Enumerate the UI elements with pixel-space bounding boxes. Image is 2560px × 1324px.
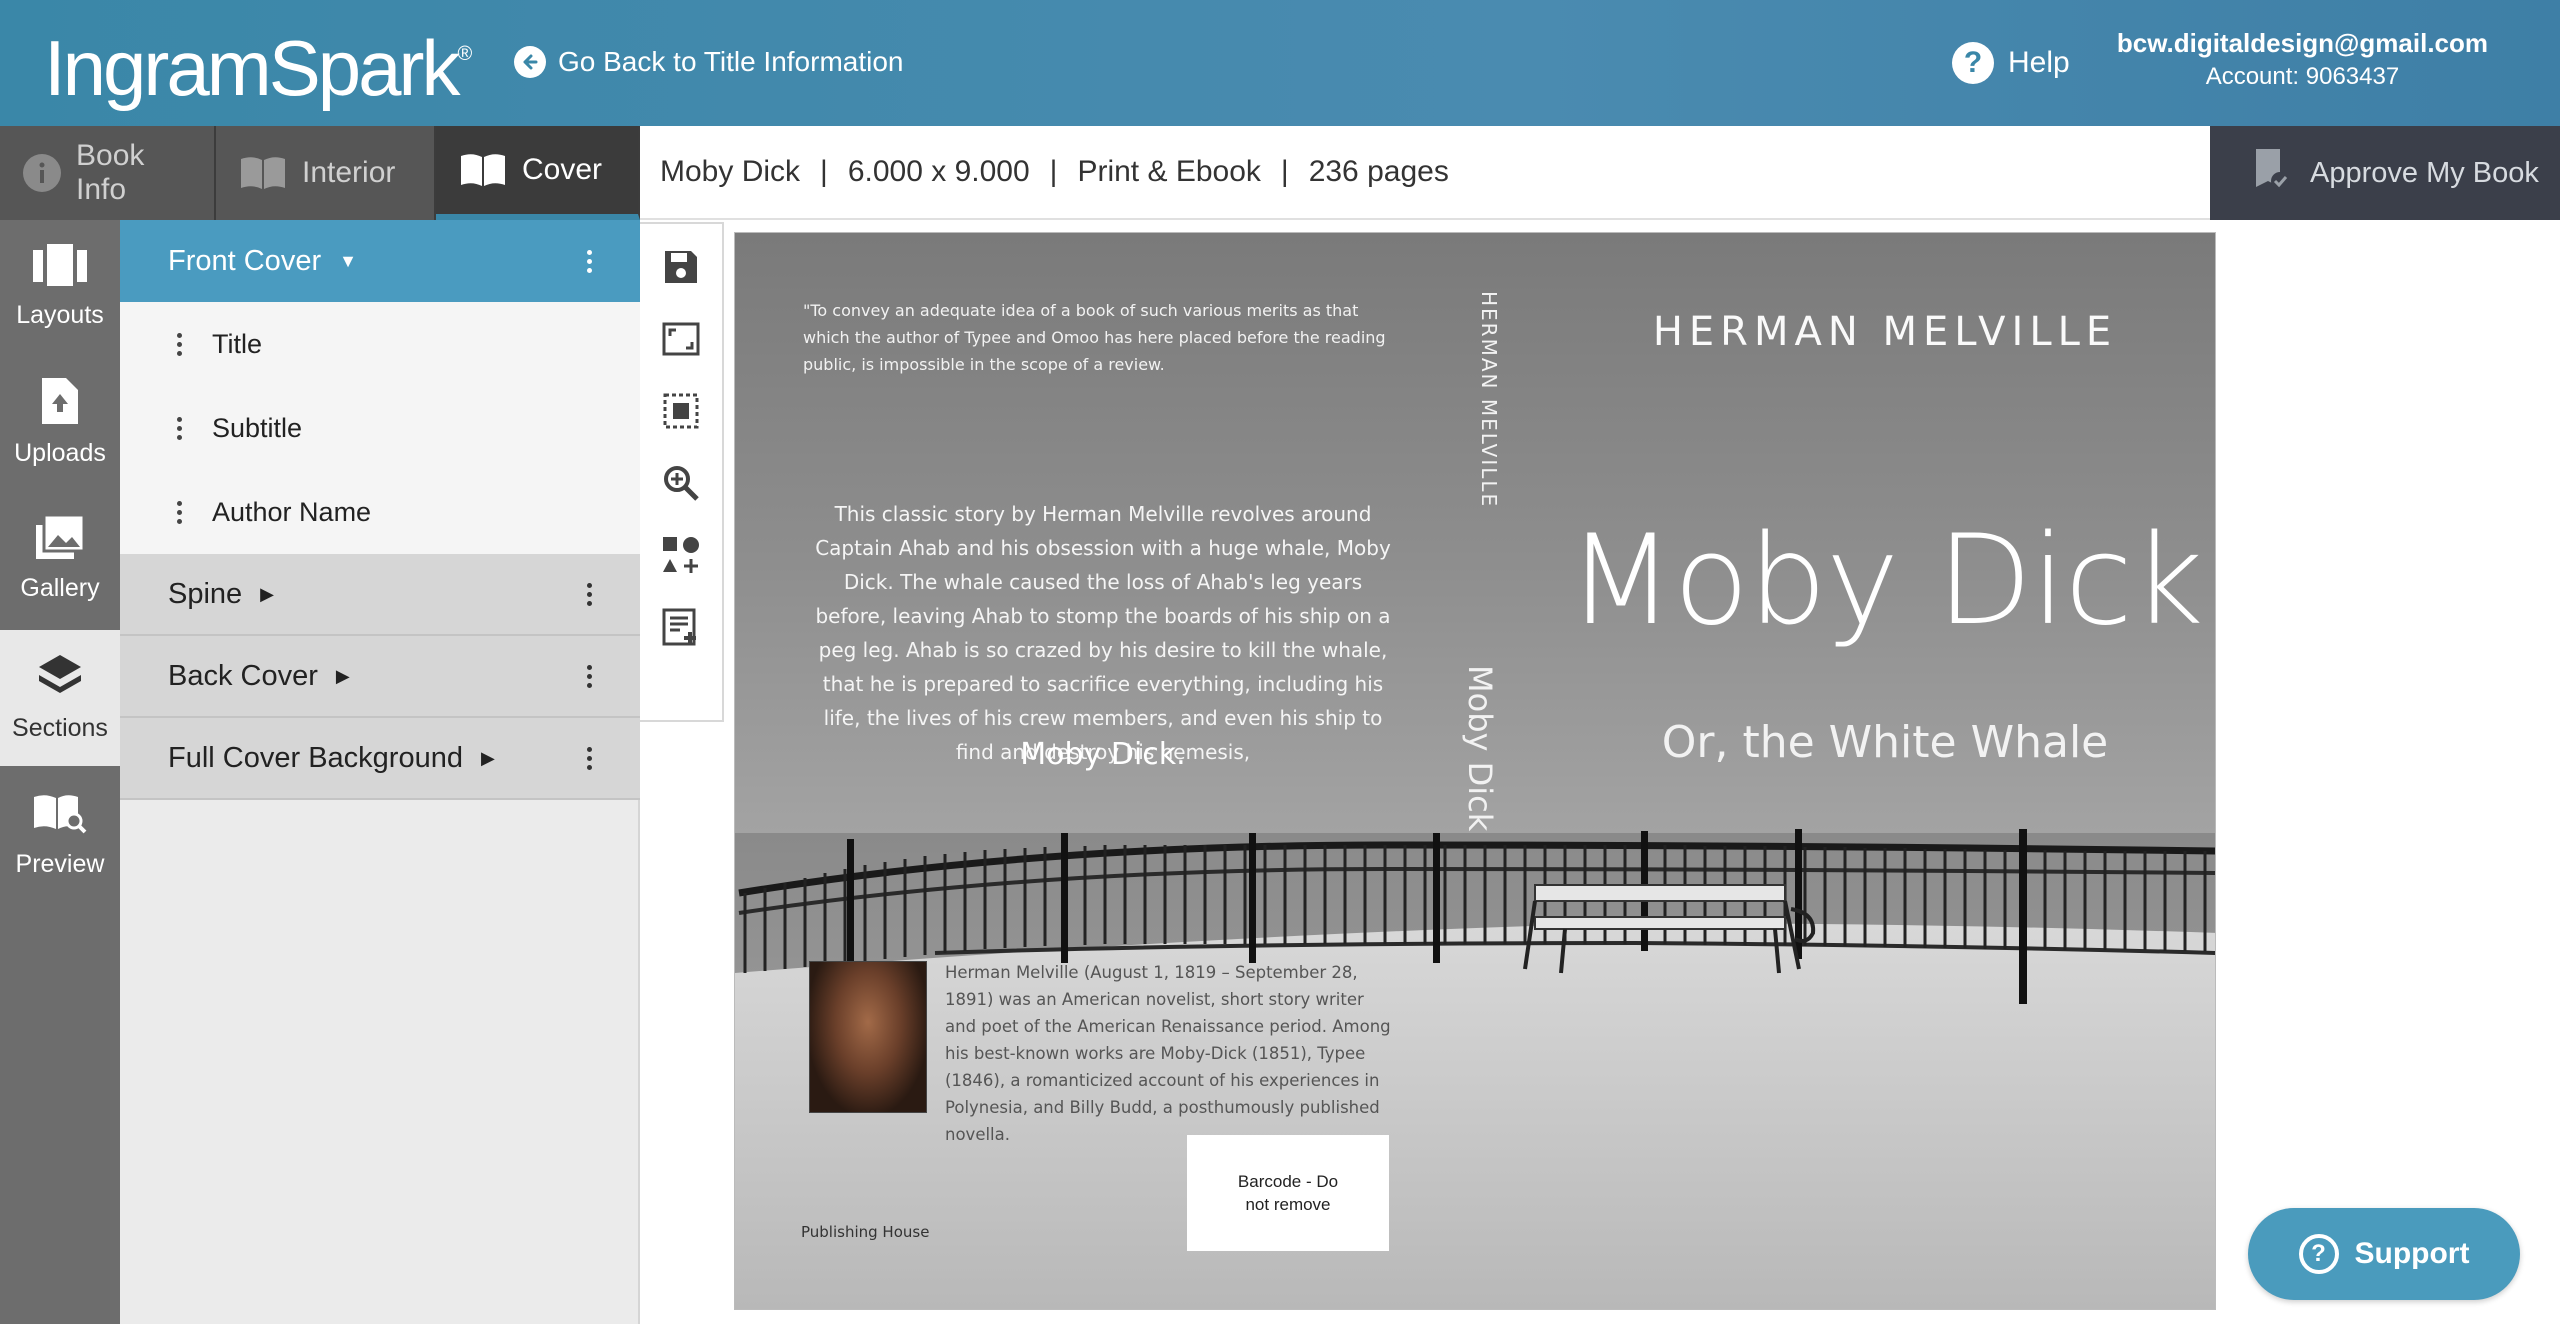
support-label: Support xyxy=(2354,1237,2470,1270)
book-cover-icon xyxy=(458,150,508,190)
rail-sections[interactable]: Sections xyxy=(0,630,120,766)
account-email: bcw.digitaldesign@gmail.com xyxy=(2116,28,2488,58)
top-header: IngramSpark® Go Back to Title Informatio… xyxy=(0,0,2560,126)
front-cover-subtitle[interactable]: Or, the White Whale xyxy=(1575,717,2195,768)
front-cover-title[interactable]: Moby Dick xyxy=(1515,509,2215,653)
upload-icon xyxy=(42,378,78,431)
section-back-cover[interactable]: Back Cover ▶ xyxy=(120,636,640,718)
layers-icon xyxy=(37,653,83,706)
help-label: Help xyxy=(2008,46,2070,79)
item-label: Subtitle xyxy=(212,412,303,443)
drag-handle-icon[interactable] xyxy=(176,332,182,356)
canvas-toolbar xyxy=(640,222,724,722)
more-options-icon[interactable] xyxy=(587,220,592,302)
caret-right-icon: ▶ xyxy=(480,747,495,768)
rail-layouts[interactable]: Layouts xyxy=(0,220,120,354)
zoom-in-icon[interactable] xyxy=(658,460,704,506)
separator: | xyxy=(1049,155,1058,188)
item-label: Title xyxy=(212,328,263,359)
rail-uploads[interactable]: Uploads xyxy=(0,356,120,490)
back-cover-blurb-title[interactable]: Moby Dick. xyxy=(811,737,1395,772)
back-link-label: Go Back to Title Information xyxy=(558,46,904,77)
section-spine[interactable]: Spine ▶ xyxy=(120,554,640,636)
more-options-icon[interactable] xyxy=(587,636,592,716)
save-icon[interactable] xyxy=(658,244,704,290)
front-cover-author[interactable]: HERMAN MELVILLE xyxy=(1575,309,2195,355)
tool-rail: Layouts Uploads Gallery Sections Preview xyxy=(0,220,120,1324)
account-info[interactable]: bcw.digitaldesign@gmail.com Account: 906… xyxy=(2117,26,2488,94)
section-label: Back Cover xyxy=(168,659,318,692)
approve-label: Approve My Book xyxy=(2310,156,2539,189)
section-label: Full Cover Background xyxy=(168,741,463,774)
support-button[interactable]: ? Support xyxy=(2248,1208,2520,1300)
rail-label: Gallery xyxy=(20,574,100,602)
barcode-placeholder: Barcode - Do not remove xyxy=(1187,1135,1389,1251)
trim-size: 6.000 x 9.000 xyxy=(847,155,1030,188)
tab-label: Interior xyxy=(302,156,396,189)
select-area-icon[interactable] xyxy=(658,388,704,434)
section-item-subtitle[interactable]: Subtitle xyxy=(120,386,640,470)
section-label: Spine xyxy=(168,577,243,610)
drag-handle-icon[interactable] xyxy=(176,500,182,524)
info-icon xyxy=(22,153,62,193)
add-text-block-icon[interactable] xyxy=(658,604,704,650)
separator: | xyxy=(820,155,828,188)
back-to-title-link[interactable]: Go Back to Title Information xyxy=(514,40,904,84)
tab-cover[interactable]: Cover xyxy=(436,126,640,220)
section-item-title[interactable]: Title xyxy=(120,302,640,386)
section-full-cover-background[interactable]: Full Cover Background ▶ xyxy=(120,718,640,800)
author-portrait-image[interactable] xyxy=(809,961,927,1113)
tab-label: Cover xyxy=(522,153,603,186)
tab-label: Book Info xyxy=(76,139,145,206)
rail-label: Preview xyxy=(15,850,105,878)
layouts-icon xyxy=(33,244,87,293)
rail-label: Uploads xyxy=(14,439,106,467)
approve-my-book-button[interactable]: Approve My Book xyxy=(2210,126,2560,220)
caret-right-icon: ▶ xyxy=(260,583,275,604)
author-bio[interactable]: Herman Melville (August 1, 1819 – Septem… xyxy=(945,959,1395,1148)
preview-book-icon xyxy=(32,791,88,842)
book-title: Moby Dick xyxy=(660,155,801,188)
rail-label: Sections xyxy=(12,714,108,742)
rail-label: Layouts xyxy=(16,301,104,329)
spine-author[interactable]: HERMAN MELVILLE xyxy=(1477,291,1501,508)
section-label: Front Cover xyxy=(168,244,322,277)
open-book-icon xyxy=(238,153,288,193)
gallery-icon xyxy=(36,513,86,566)
cover-canvas[interactable]: "To convey an adequate idea of a book of… xyxy=(734,232,2216,1310)
publisher-name[interactable]: Publishing House xyxy=(801,1223,929,1241)
question-circle-icon: ? xyxy=(1952,42,1994,84)
section-front-cover[interactable]: Front Cover ▼ xyxy=(120,220,640,302)
more-options-icon[interactable] xyxy=(587,554,592,634)
fit-screen-icon[interactable] xyxy=(658,316,704,362)
rail-gallery[interactable]: Gallery xyxy=(0,492,120,626)
book-check-icon xyxy=(2250,147,2290,199)
book-summary-bar: Moby Dick | 6.000 x 9.000 | Print & Eboo… xyxy=(640,126,2210,220)
caret-down-icon: ▼ xyxy=(339,250,357,271)
caret-right-icon: ▶ xyxy=(335,665,350,686)
spine-title[interactable]: Moby Dick xyxy=(1461,665,1499,831)
logo-mark: ® xyxy=(457,43,473,65)
tab-interior[interactable]: Interior xyxy=(216,126,436,220)
section-item-author-name[interactable]: Author Name xyxy=(120,470,640,554)
question-circle-icon: ? xyxy=(2298,1234,2339,1274)
book-format: Print & Ebook xyxy=(1077,155,1261,188)
add-shapes-icon[interactable] xyxy=(658,532,704,578)
logo-text: IngramSpark xyxy=(44,24,461,112)
tab-book-info[interactable]: Book Info xyxy=(0,126,216,220)
rail-preview[interactable]: Preview xyxy=(0,768,120,902)
more-options-icon[interactable] xyxy=(587,718,592,798)
back-cover-blurb[interactable]: This classic story by Herman Melville re… xyxy=(811,497,1395,769)
back-cover-quote[interactable]: "To convey an adequate idea of a book of… xyxy=(803,297,1393,378)
item-label: Author Name xyxy=(212,496,372,527)
ingramspark-logo[interactable]: IngramSpark® xyxy=(44,14,472,116)
editor-tabs: Book Info Interior Cover xyxy=(0,126,640,220)
page-count: 236 pages xyxy=(1308,155,1449,188)
account-number: Account: 9063437 xyxy=(2205,63,2400,90)
drag-handle-icon[interactable] xyxy=(176,416,182,440)
arrow-left-circle-icon xyxy=(514,46,546,78)
sections-panel: Front Cover ▼ Title Subtitle Author Name… xyxy=(120,220,640,1324)
help-button[interactable]: ? Help xyxy=(1952,40,2070,86)
separator: | xyxy=(1280,155,1289,188)
